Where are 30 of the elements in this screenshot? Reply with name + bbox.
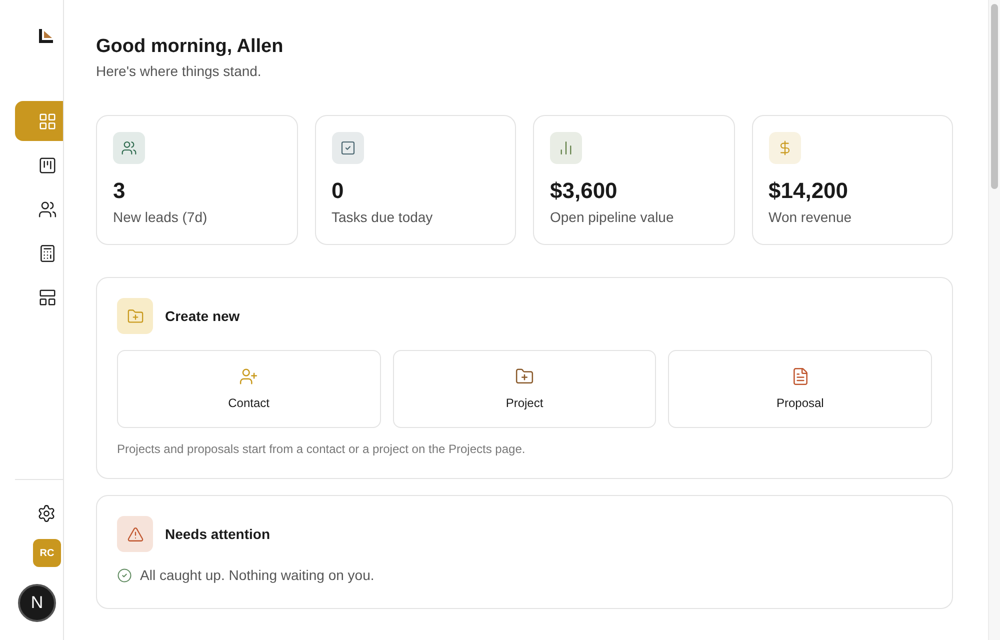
stat-value: 3 — [113, 177, 126, 205]
create-option[interactable]: Project — [392, 350, 656, 428]
stat-value: $14,200 — [768, 177, 848, 205]
scrollbar-thumb[interactable] — [991, 4, 998, 189]
settings-icon — [37, 504, 56, 523]
kanban-icon — [38, 156, 57, 174]
folder-plus-icon — [126, 308, 144, 324]
greeting-subtitle: Here's where things stand. — [96, 62, 262, 81]
attention-message: All caught up. Nothing waiting on you. — [140, 566, 374, 585]
calculator-icon — [38, 244, 57, 262]
attention-title: Needs attention — [165, 524, 270, 544]
greeting-title: Good morning, Allen — [96, 35, 284, 59]
dev-badge[interactable]: N — [18, 584, 56, 622]
stat-label: New leads (7d) — [113, 208, 208, 227]
stat-label: Tasks due today — [332, 208, 433, 227]
create-option[interactable]: Contact — [117, 350, 381, 428]
layout-icon — [38, 288, 57, 306]
create-option[interactable]: Proposal — [668, 350, 932, 428]
warning-icon — [126, 526, 144, 542]
stat-value: 0 — [332, 177, 344, 205]
stat-value: $3,600 — [550, 177, 618, 205]
logo-icon — [38, 28, 54, 44]
check-circle-icon — [117, 568, 132, 583]
grid-icon — [38, 112, 57, 130]
people-icon — [38, 200, 57, 218]
create-note: Projects and proposals start from a contact or a project on the Projects page. — [117, 441, 526, 458]
stat-label: Won revenue — [768, 208, 852, 227]
settings-button[interactable] — [37, 504, 56, 523]
create-title: Create new — [165, 306, 240, 326]
stat-label: Open pipeline value — [550, 208, 674, 227]
